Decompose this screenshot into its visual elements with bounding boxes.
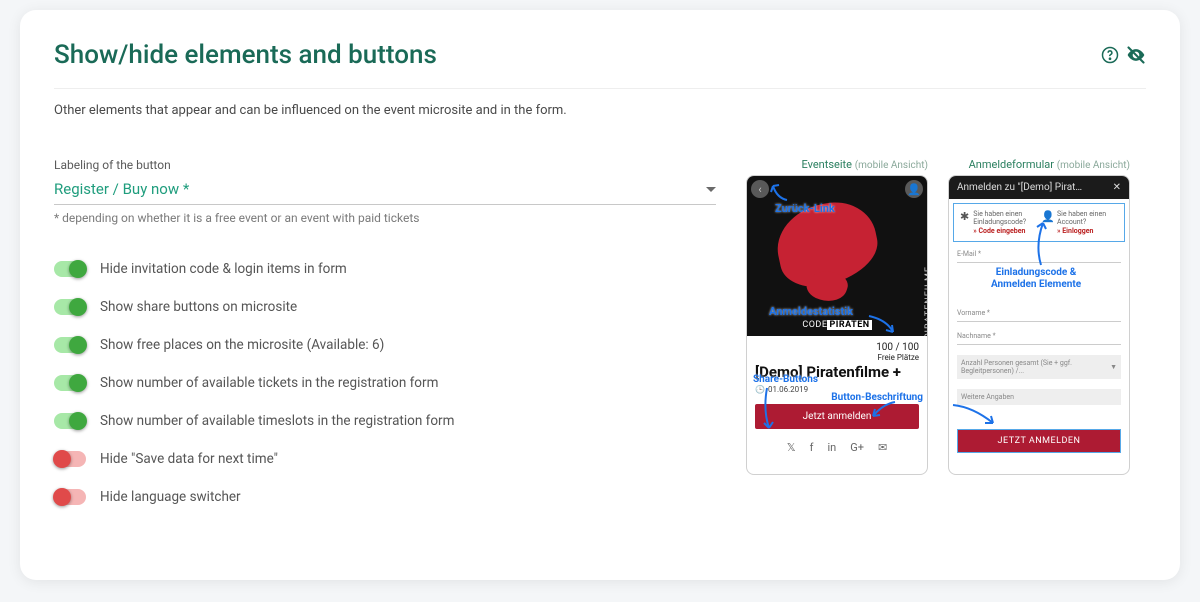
help-icon[interactable]	[1100, 45, 1120, 65]
page-description: Other elements that appear and can be in…	[54, 103, 1146, 118]
facebook-icon: f	[810, 441, 814, 454]
toggle-label: Show share buttons on microsite	[100, 299, 297, 315]
anno-button: Button-Beschriftung	[831, 392, 923, 403]
close-icon: ✕	[1113, 182, 1121, 193]
anno-back-link: Zurück-Link	[775, 202, 835, 215]
preview-eventpage: ‹ 👤 PIRATENFILME Zurück-Link Anmeldestat…	[746, 175, 928, 475]
preview-field-lastname: Nachname *	[957, 332, 1121, 345]
toggle-label: Hide "Save data for next time"	[100, 451, 278, 467]
anno-stats: Anmeldestatistik	[769, 305, 853, 318]
toggle-available-tickets[interactable]	[54, 375, 86, 391]
back-icon: ‹	[751, 180, 769, 198]
toggle-label: Show number of available tickets in the …	[100, 375, 438, 391]
preview-form-label: Anmeldeformular (mobile Ansicht)	[948, 158, 1130, 171]
preview-field-more: Weitere Angaben	[957, 389, 1121, 405]
page-title: Show/hide elements and buttons	[54, 40, 1100, 70]
button-label-select[interactable]: Register / Buy now *	[54, 176, 716, 205]
linkedin-icon: in	[828, 441, 837, 454]
mail-icon: ✉	[878, 441, 887, 454]
preview-form: Anmelden zu "[Demo] Pirat… ✕ ✱ Sie haben…	[948, 175, 1130, 475]
anno-share: Share-Buttons	[753, 374, 818, 385]
preview-cta-button: Jetzt anmelden	[755, 404, 919, 429]
clock-icon: 🕒	[755, 385, 765, 394]
button-label-helper: * depending on whether it is a free even…	[54, 211, 716, 225]
preview-form-window-title: Anmelden zu "[Demo] Pirat…	[957, 182, 1082, 193]
toggle-hide-invite-login[interactable]	[54, 261, 86, 277]
visibility-off-icon[interactable]	[1126, 45, 1146, 65]
person-icon: 👤	[1041, 210, 1053, 223]
preview-field-qty: Anzahl Personen gesamt (Sie + ggf. Begle…	[957, 355, 1121, 379]
toggle-label: Show free places on the microsite (Avail…	[100, 337, 384, 353]
preview-eventpage-label: Eventseite (mobile Ansicht)	[746, 158, 928, 171]
button-label-value: Register / Buy now *	[54, 180, 706, 198]
preview-code-text: CODEPIRATEN	[747, 320, 927, 330]
toggle-hide-lang-switch[interactable]	[54, 489, 86, 505]
preview-field-firstname: Vorname *	[957, 309, 1121, 322]
twitter-icon: 𝕏	[787, 441, 796, 454]
toggle-free-places[interactable]	[54, 337, 86, 353]
toggle-hide-save-data[interactable]	[54, 451, 86, 467]
anno-elements: Einladungscode &Anmelden Elemente	[991, 267, 1081, 291]
toggle-label: Hide invitation code & login items in fo…	[100, 261, 347, 277]
google-plus-icon: G+	[850, 441, 864, 454]
toggle-share-buttons[interactable]	[54, 299, 86, 315]
preview-form-cta: JETZT ANMELDEN	[957, 429, 1121, 453]
user-icon: 👤	[905, 180, 923, 198]
toggle-label: Hide language switcher	[100, 489, 241, 505]
chevron-down-icon	[706, 187, 716, 192]
toggle-available-timeslots[interactable]	[54, 413, 86, 429]
preview-field-email: E-Mail *	[957, 250, 1121, 263]
sun-icon: ✱	[960, 210, 969, 223]
toggle-label: Show number of available timeslots in th…	[100, 413, 454, 429]
button-label-field-label: Labeling of the button	[54, 158, 716, 172]
